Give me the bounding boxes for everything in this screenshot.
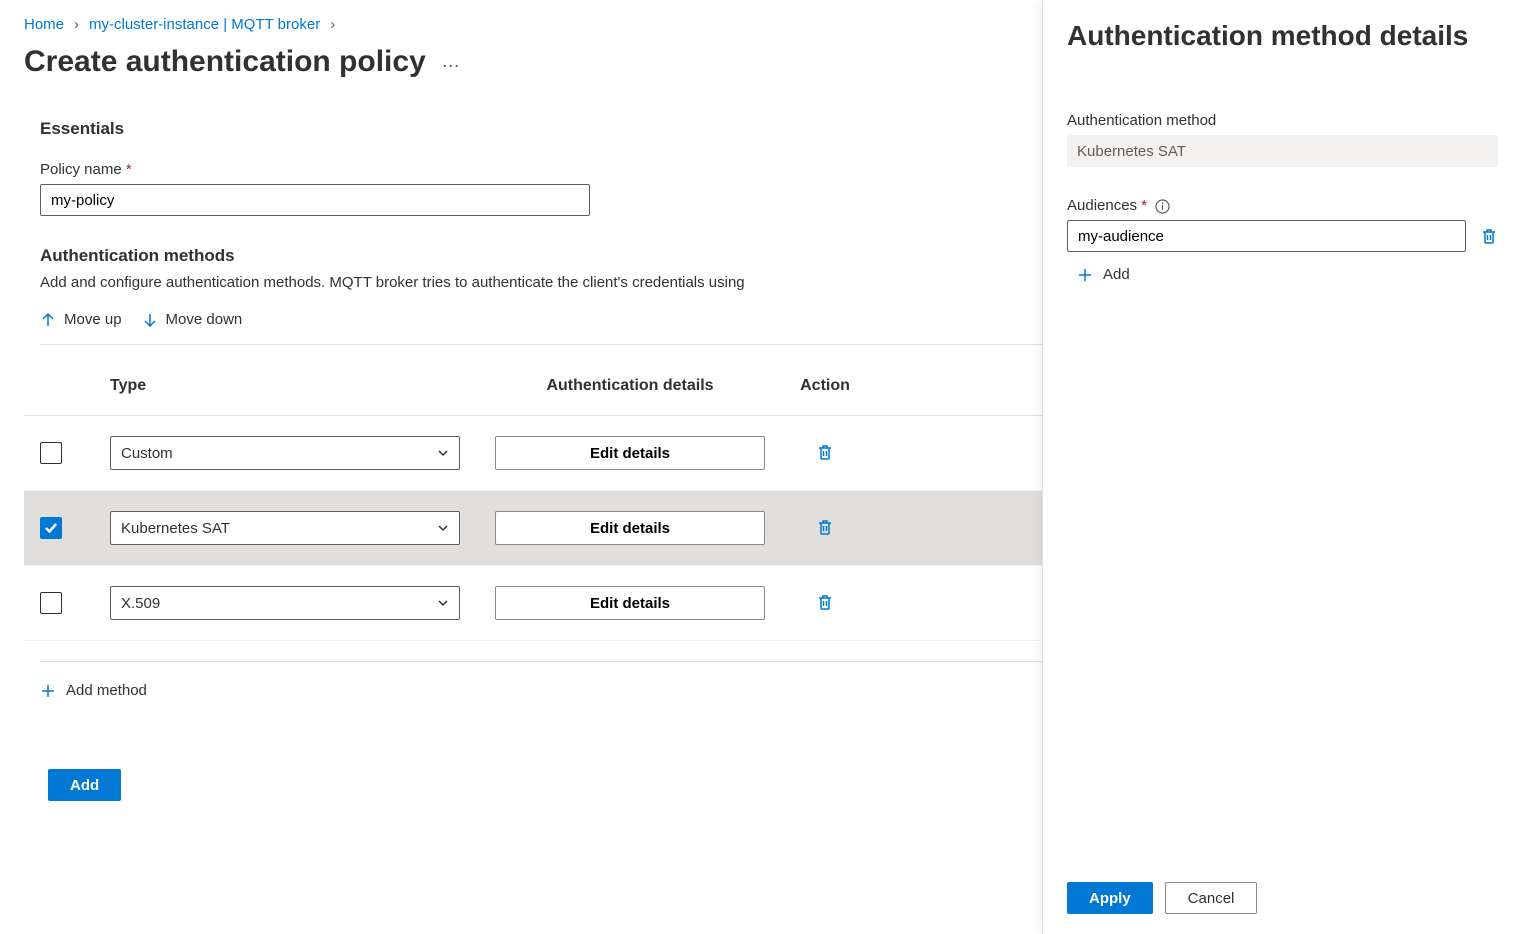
method-label: Authentication method [1067,112,1498,129]
policy-name-label: Policy name * [40,161,1042,178]
move-up-button[interactable]: Move up [40,311,122,328]
delete-icon[interactable] [780,593,870,611]
add-button[interactable]: Add [48,769,121,801]
add-audience-button[interactable]: Add [1077,266,1498,283]
edit-details-button[interactable]: Edit details [495,586,765,620]
row-checkbox[interactable] [40,517,62,539]
table-row: Kubernetes SAT Edit details [24,491,1042,566]
edit-details-button[interactable]: Edit details [495,436,765,470]
plus-icon [40,683,56,699]
arrow-up-icon [40,312,56,328]
details-panel: Authentication method details Authentica… [1042,0,1522,934]
chevron-right-icon: › [330,16,335,33]
essentials-heading: Essentials [40,119,1042,139]
apply-button[interactable]: Apply [1067,882,1153,914]
row-checkbox[interactable] [40,592,62,614]
audience-input[interactable] [1067,220,1466,252]
policy-name-input[interactable] [40,184,590,216]
panel-title: Authentication method details [1067,20,1498,52]
row-checkbox[interactable] [40,442,62,464]
type-select[interactable]: Kubernetes SAT [110,511,460,545]
more-icon[interactable]: ⋯ [442,48,461,77]
chevron-right-icon: › [74,16,79,33]
header-type: Type [110,377,480,395]
page-title: Create authentication policy [24,45,426,79]
header-action: Action [780,377,870,395]
method-value: Kubernetes SAT [1067,135,1498,167]
methods-heading: Authentication methods [40,246,1042,266]
chevron-down-icon [437,522,449,534]
edit-details-button[interactable]: Edit details [495,511,765,545]
cancel-button[interactable]: Cancel [1165,882,1258,914]
arrow-down-icon [142,312,158,328]
breadcrumb-home[interactable]: Home [24,16,64,33]
header-details: Authentication details [480,377,780,395]
delete-icon[interactable] [1480,227,1498,245]
methods-description: Add and configure authentication methods… [40,274,1042,291]
delete-icon[interactable] [780,443,870,461]
table-row: Custom Edit details [24,416,1042,491]
audiences-label: Audiences * [1067,197,1498,214]
table-header: Type Authentication details Action [24,357,1042,416]
methods-table: Type Authentication details Action Custo… [24,357,1042,641]
plus-icon [1077,267,1093,283]
table-row: X.509 Edit details [24,566,1042,641]
delete-icon[interactable] [780,518,870,536]
chevron-down-icon [437,447,449,459]
move-down-button[interactable]: Move down [142,311,243,328]
type-select[interactable]: X.509 [110,586,460,620]
breadcrumb-instance[interactable]: my-cluster-instance | MQTT broker [89,16,320,33]
chevron-down-icon [437,597,449,609]
type-select[interactable]: Custom [110,436,460,470]
info-icon[interactable] [1155,199,1170,214]
add-method-button[interactable]: Add method [40,661,1042,699]
breadcrumb: Home › my-cluster-instance | MQTT broker… [24,16,1042,33]
